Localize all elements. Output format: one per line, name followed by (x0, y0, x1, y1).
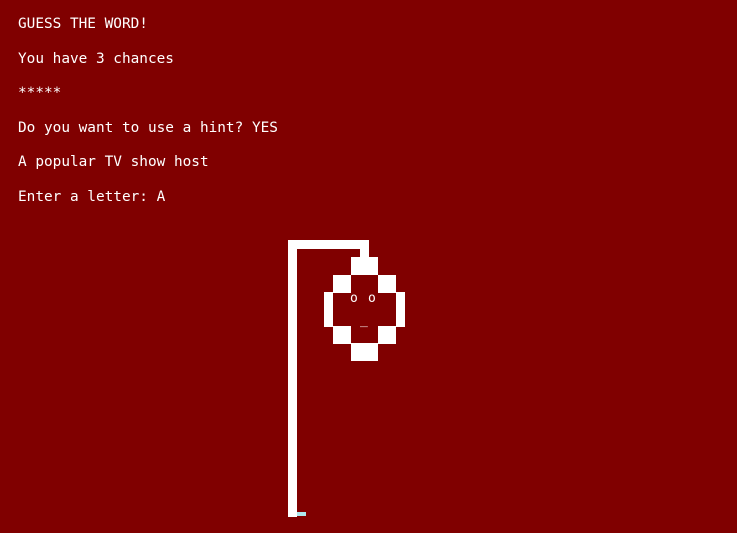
gallows-rope (360, 240, 369, 258)
gallows-beam (288, 240, 369, 249)
head-lower-right (378, 326, 396, 344)
right-eye: o (368, 291, 376, 306)
head-upper-right (378, 275, 396, 293)
hangman-drawing: o o _ (0, 0, 737, 533)
gallows-pole (288, 240, 297, 517)
head-lower-left (333, 326, 351, 344)
head-bottom (351, 343, 378, 361)
mouth: _ (360, 313, 368, 328)
head-top (351, 257, 378, 275)
head-left-side (324, 292, 333, 327)
left-eye: o (350, 291, 358, 306)
head-upper-left (333, 275, 351, 293)
head-right-side (396, 292, 405, 327)
text-cursor (297, 512, 306, 516)
